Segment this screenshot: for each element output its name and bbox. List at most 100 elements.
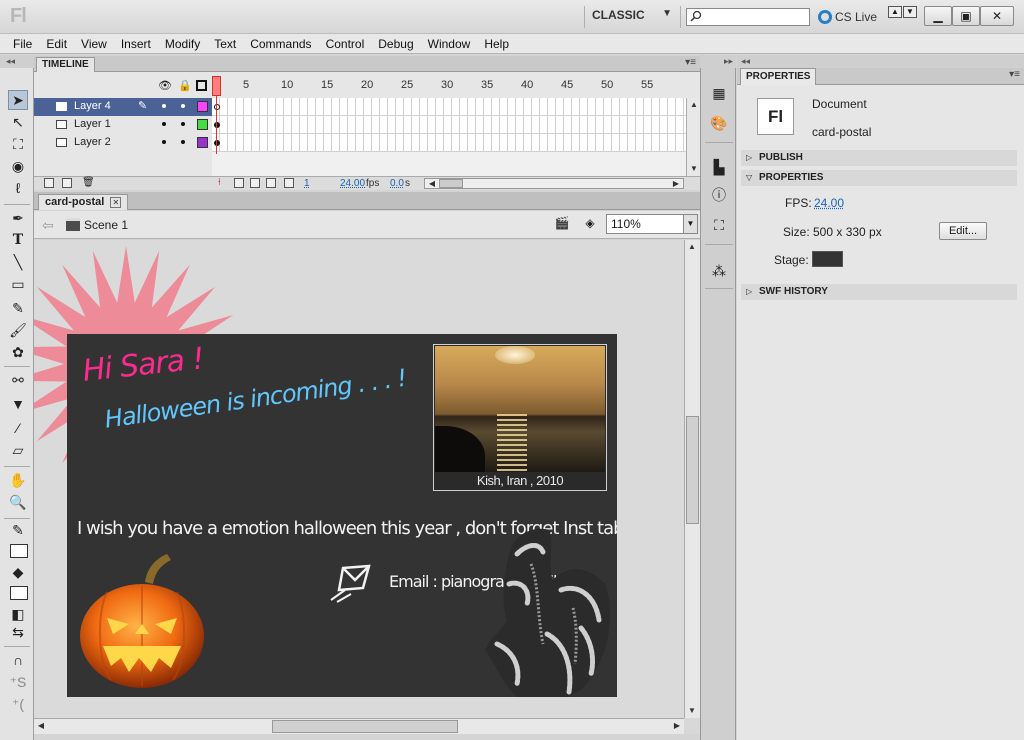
current-frame-readout[interactable]: 1 [304,178,310,189]
timeline-vertical-scrollbar[interactable]: ▲ ▼ [686,98,700,176]
onion-skin-outlines-icon[interactable] [250,178,260,188]
frames-row-layer-4[interactable] [212,98,686,116]
new-folder-icon[interactable] [62,178,72,188]
close-icon[interactable]: ✕ [110,197,122,208]
scrollbar-thumb[interactable] [272,720,458,733]
new-layer-icon[interactable] [44,178,54,188]
text-tool-icon[interactable]: T [8,230,28,250]
workspace-switcher[interactable]: CLASSIC ▼ [592,8,678,26]
lock-dot[interactable] [181,104,185,108]
layer-color-swatch[interactable] [197,101,208,112]
props-collapse-strip[interactable]: ◂◂ [737,55,1024,69]
free-transform-tool-icon[interactable]: ⛶ [8,134,28,154]
stage-horizontal-scrollbar[interactable]: ◀ ▶ [34,718,684,734]
back-arrow-icon[interactable]: ⇦ [42,217,54,234]
menu-window[interactable]: Window [421,37,478,51]
envelope-icon[interactable] [329,564,375,604]
scroll-up-icon[interactable]: ▲ [685,240,699,254]
scroll-down-icon[interactable]: ▼ [687,162,701,176]
scrollbar-thumb[interactable] [439,179,463,188]
zoom-tool-icon[interactable]: 🔍 [8,492,28,512]
cs-live-button[interactable]: CS Live [818,8,877,26]
section-publish[interactable]: ▷ PUBLISH [741,150,1017,166]
visibility-dot[interactable] [162,122,166,126]
scroll-left-icon[interactable]: ◀ [34,719,48,733]
fill-color-icon[interactable]: ◆ [8,562,28,582]
stage-canvas[interactable]: Hi Sara ! Halloween is incoming . . . ! … [67,334,617,697]
menu-commands[interactable]: Commands [243,37,318,51]
scroll-left-icon[interactable]: ◀ [425,177,439,191]
snap-magnet-icon[interactable]: ∩ [8,650,28,670]
sunset-photo[interactable]: Kish, Iran , 2010 [433,344,607,491]
panel-menu-icon[interactable]: ▾≡ [1009,69,1020,80]
chevron-down-icon[interactable]: ▼ [683,215,697,233]
brush-tool-icon[interactable]: 🖌 [8,320,28,340]
close-button[interactable]: ✕ [980,6,1014,26]
playhead[interactable] [212,76,221,96]
outline-icon[interactable] [196,80,207,91]
selection-tool-icon[interactable]: ➤ [8,90,28,110]
scroll-down-icon[interactable]: ▼ [685,704,699,718]
menu-edit[interactable]: Edit [39,37,74,51]
arrow-down-icon[interactable]: ▼ [903,6,917,18]
section-properties[interactable]: ▽ PROPERTIES [741,170,1017,186]
fps-value[interactable]: 24.00 [814,196,844,210]
stage-color-swatch[interactable] [812,251,843,267]
tab-card-postal[interactable]: card-postal ✕ [38,194,129,210]
hand-tool-icon[interactable]: ✋ [8,470,28,490]
transform-panel-icon[interactable]: ⛶ [710,216,728,234]
timeline-horizontal-scrollbar[interactable]: ◀ ▶ [424,178,684,189]
color-panel-icon[interactable]: 🎨 [710,114,728,132]
menu-help[interactable]: Help [477,37,516,51]
menu-modify[interactable]: Modify [158,37,207,51]
menu-debug[interactable]: Debug [371,37,420,51]
jack-o-lantern-image[interactable] [77,552,207,692]
zoom-select[interactable]: 110% ▼ [606,214,698,234]
rectangle-tool-icon[interactable]: ▭ [8,274,28,294]
menu-text[interactable]: Text [207,37,243,51]
frame-ruler[interactable]: 1 5 10 15 20 25 30 35 40 45 50 55 [212,72,686,98]
tools-collapse-strip[interactable]: ◂◂ [0,55,34,69]
layer-row-layer-2[interactable]: Layer 2 [34,134,212,152]
keyframe[interactable] [214,104,220,110]
scroll-right-icon[interactable]: ▶ [670,719,684,733]
edit-symbols-button[interactable]: ◈ [580,216,600,234]
deco-tool-icon[interactable]: ✿ [8,342,28,362]
tab-timeline[interactable]: TIMELINE [36,57,95,72]
elapsed-time-readout[interactable]: 0.0 [390,178,404,189]
eye-icon[interactable]: 👁 [158,80,172,92]
subselection-tool-icon[interactable]: ↖ [8,112,28,132]
trash-icon[interactable]: 🗑 [82,177,95,188]
modify-onion-markers-icon[interactable] [284,178,294,188]
line-tool-icon[interactable]: ╲ [8,252,28,272]
scrollbar-thumb[interactable] [686,416,699,524]
smooth-icon[interactable]: ⁺S [8,672,28,692]
info-panel-icon[interactable]: ⓘ [710,186,728,204]
greeting-text[interactable]: Hi Sara ! [81,341,205,388]
arrow-up-icon[interactable]: ▲ [888,6,902,18]
scroll-right-icon[interactable]: ▶ [669,177,683,191]
fill-color-swatch[interactable] [10,586,28,600]
menu-view[interactable]: View [74,37,114,51]
help-search-input[interactable] [686,8,810,26]
frame-rate-readout[interactable]: 24.00 [340,178,365,189]
scroll-up-icon[interactable]: ▲ [687,98,701,112]
tab-properties[interactable]: PROPERTIES [740,68,817,85]
eraser-tool-icon[interactable]: ▱ [8,440,28,460]
lasso-tool-icon[interactable]: ℓ [8,178,28,198]
lock-dot[interactable] [181,140,185,144]
lock-dot[interactable] [181,122,185,126]
onion-skin-icon[interactable] [234,178,244,188]
black-white-icon[interactable]: ◧ [8,604,28,624]
edit-scene-button[interactable]: 🎬 [552,216,572,234]
stroke-color-icon[interactable]: ✎ [8,520,28,540]
frames-row-layer-2[interactable] [212,134,686,152]
panel-menu-icon[interactable]: ▾≡ [685,57,696,68]
lock-icon[interactable]: 🔒 [178,80,192,92]
visibility-dot[interactable] [162,104,166,108]
minimize-button[interactable]: ▁ [924,6,952,26]
straighten-icon[interactable]: ⁺( [8,694,28,714]
menu-file[interactable]: File [6,37,39,51]
edit-multiple-frames-icon[interactable] [266,178,276,188]
components-panel-icon[interactable]: ⁂ [710,262,728,280]
